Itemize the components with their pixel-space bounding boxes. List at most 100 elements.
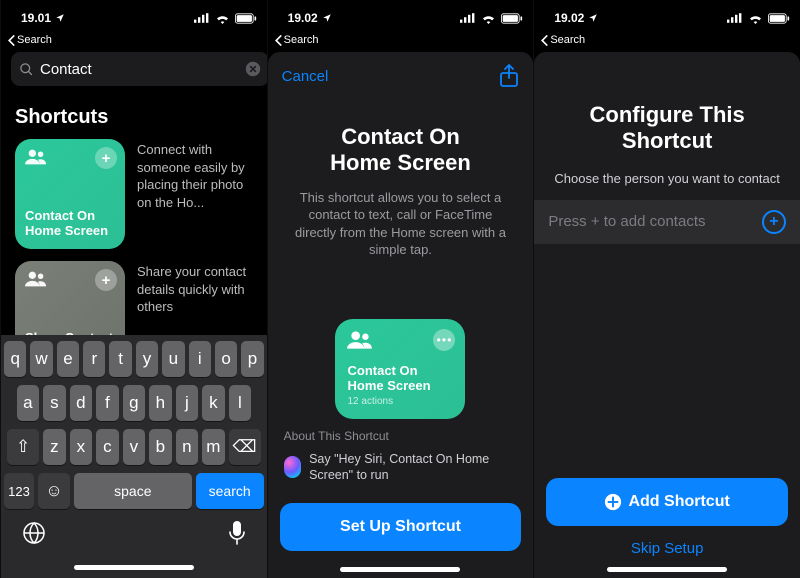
battery-icon: [768, 13, 790, 24]
wifi-icon: [748, 13, 763, 24]
shortcut-preview-tile[interactable]: ••• Contact On Home Screen 12 actions: [335, 319, 465, 419]
result-desc-2: Share your contact details quickly with …: [137, 261, 253, 316]
search-icon: [19, 62, 34, 77]
tile-label: Contact On Home Screen: [25, 209, 115, 239]
chevron-left-icon: [274, 35, 282, 46]
key-o[interactable]: o: [215, 341, 237, 377]
home-indicator[interactable]: [607, 567, 727, 572]
key-x[interactable]: x: [70, 429, 93, 465]
status-bar: 19.02: [534, 6, 800, 30]
status-bar: 19.01: [1, 6, 267, 30]
share-icon[interactable]: [499, 64, 519, 88]
tile-sub: 12 actions: [347, 396, 453, 407]
add-shortcut-label: Add Shortcut: [628, 493, 729, 511]
key-l[interactable]: l: [229, 385, 252, 421]
key-s[interactable]: s: [43, 385, 66, 421]
globe-icon[interactable]: [22, 521, 46, 545]
key-space[interactable]: space: [74, 473, 192, 509]
about-label: About This Shortcut: [268, 429, 534, 443]
key-j[interactable]: j: [176, 385, 199, 421]
key-search[interactable]: search: [196, 473, 264, 509]
status-time: 19.02: [554, 11, 584, 25]
cancel-button[interactable]: Cancel: [282, 68, 329, 85]
key-backspace[interactable]: ⌫: [229, 429, 261, 465]
clear-icon[interactable]: [245, 61, 261, 77]
wifi-icon: [215, 13, 230, 24]
key-a[interactable]: a: [17, 385, 40, 421]
modal: Configure This Shortcut Choose the perso…: [534, 52, 800, 578]
key-e[interactable]: e: [57, 341, 79, 377]
add-contacts-field[interactable]: Press + to add contacts +: [534, 200, 800, 244]
mic-icon[interactable]: [228, 521, 246, 545]
home-indicator[interactable]: [74, 565, 194, 570]
keyboard[interactable]: qwertyuiop asdfghjkl ⇧zxcvbnm⌫ 123 ☺ spa…: [1, 335, 267, 578]
key-u[interactable]: u: [162, 341, 184, 377]
back-to-search[interactable]: Search: [1, 30, 267, 46]
key-n[interactable]: n: [176, 429, 199, 465]
signal-icon: [460, 13, 476, 23]
modal: Cancel Contact On Home Screen This short…: [268, 52, 534, 578]
chevron-left-icon: [540, 35, 548, 46]
section-title: Shortcuts: [1, 92, 267, 139]
skip-setup-link[interactable]: Skip Setup: [534, 538, 800, 563]
siri-icon: [284, 456, 301, 478]
back-label: Search: [284, 34, 319, 46]
key-y[interactable]: y: [136, 341, 158, 377]
signal-icon: [727, 13, 743, 23]
tile-contact-home[interactable]: + Contact On Home Screen: [15, 139, 125, 249]
modal-title: Configure This Shortcut: [534, 52, 800, 163]
key-m[interactable]: m: [202, 429, 225, 465]
back-to-search[interactable]: Search: [268, 30, 534, 46]
screen-search: 19.01 Search Cancel Shortcuts + Contact …: [0, 0, 267, 578]
key-123[interactable]: 123: [4, 473, 34, 509]
location-icon: [55, 13, 65, 23]
modal-title: Contact On Home Screen: [268, 94, 534, 185]
tile-label: Contact On Home Screen: [347, 363, 453, 394]
key-b[interactable]: b: [149, 429, 172, 465]
plus-icon[interactable]: +: [762, 210, 786, 234]
signal-icon: [194, 13, 210, 23]
wifi-icon: [481, 13, 496, 24]
back-to-search[interactable]: Search: [534, 30, 800, 46]
key-t[interactable]: t: [109, 341, 131, 377]
field-placeholder: Press + to add contacts: [548, 213, 705, 230]
screen-configure: 19.02 Search Configure This Shortcut Cho…: [533, 0, 800, 578]
key-c[interactable]: c: [96, 429, 119, 465]
setup-button[interactable]: Set Up Shortcut: [280, 503, 522, 551]
siri-text: Say "Hey Siri, Contact On Home Screen" t…: [309, 451, 517, 484]
key-w[interactable]: w: [30, 341, 52, 377]
key-h[interactable]: h: [149, 385, 172, 421]
search-input[interactable]: [40, 61, 239, 78]
modal-subtitle: Choose the person you want to contact: [534, 163, 800, 186]
people-icon: [25, 271, 115, 292]
add-shortcut-button[interactable]: Add Shortcut: [546, 478, 788, 526]
back-label: Search: [17, 34, 52, 46]
key-i[interactable]: i: [189, 341, 211, 377]
key-d[interactable]: d: [70, 385, 93, 421]
key-z[interactable]: z: [43, 429, 66, 465]
location-icon: [322, 13, 332, 23]
key-q[interactable]: q: [4, 341, 26, 377]
result-desc-1: Connect with someone easily by placing t…: [137, 139, 253, 211]
key-shift[interactable]: ⇧: [7, 429, 39, 465]
key-f[interactable]: f: [96, 385, 119, 421]
key-p[interactable]: p: [241, 341, 263, 377]
siri-row: Say "Hey Siri, Contact On Home Screen" t…: [268, 443, 534, 496]
screen-detail: 19.02 Search Cancel Contact On Home Scre…: [267, 0, 534, 578]
home-indicator[interactable]: [340, 567, 460, 572]
modal-desc: This shortcut allows you to select a con…: [268, 185, 534, 259]
people-icon: [25, 149, 115, 170]
chevron-left-icon: [7, 35, 15, 46]
status-bar: 19.02: [268, 6, 534, 30]
battery-icon: [235, 13, 257, 24]
key-r[interactable]: r: [83, 341, 105, 377]
back-label: Search: [550, 34, 585, 46]
location-icon: [588, 13, 598, 23]
key-v[interactable]: v: [123, 429, 146, 465]
search-bar[interactable]: [11, 52, 269, 86]
battery-icon: [501, 13, 523, 24]
key-g[interactable]: g: [123, 385, 146, 421]
key-k[interactable]: k: [202, 385, 225, 421]
key-emoji[interactable]: ☺: [38, 473, 70, 509]
status-time: 19.01: [21, 11, 51, 25]
